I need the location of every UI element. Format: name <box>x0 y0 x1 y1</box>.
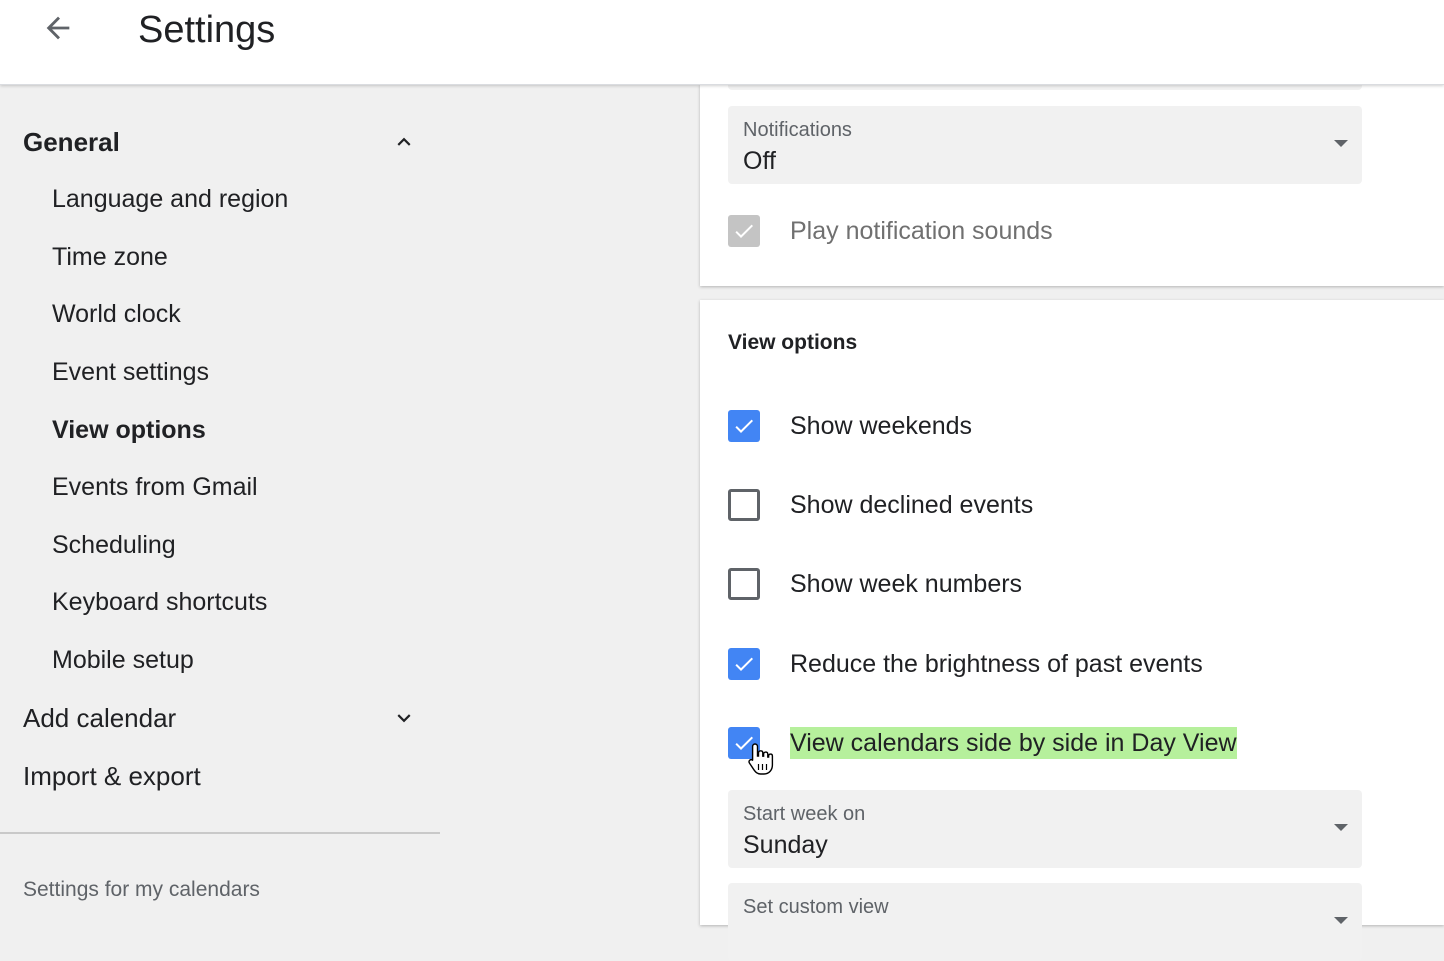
reduce-brightness-checkbox[interactable] <box>728 648 760 680</box>
show-declined-events-checkbox[interactable] <box>728 489 760 521</box>
sidebar-footer-label: Settings for my calendars <box>23 878 260 901</box>
sidebar-section-import-export[interactable]: Import & export <box>23 760 201 792</box>
notifications-select-label: Notifications <box>743 119 852 141</box>
side-by-side-day-view-label: View calendars side by side in Day View <box>790 727 1237 759</box>
check-icon <box>735 657 753 671</box>
side-by-side-day-view-checkbox[interactable] <box>728 727 760 759</box>
add-calendar-expand-toggle[interactable] <box>390 704 418 732</box>
sidebar-item-time-zone[interactable]: Time zone <box>52 241 168 273</box>
notifications-select[interactable]: Notifications Off <box>728 106 1362 184</box>
view-options-title: View options <box>728 331 858 354</box>
sidebar-item-mobile-setup[interactable]: Mobile setup <box>52 644 194 676</box>
arrow-back-icon <box>46 16 70 40</box>
sidebar-item-world-clock[interactable]: World clock <box>52 298 181 330</box>
custom-view-select-label: Set custom view <box>743 896 889 918</box>
show-week-numbers-checkbox[interactable] <box>728 568 760 600</box>
notifications-card: Notifications Off Play notification soun… <box>700 84 1444 286</box>
reduce-brightness-label: Reduce the brightness of past events <box>790 650 1203 678</box>
show-week-numbers-label: Show week numbers <box>790 570 1023 598</box>
notifications-select-value: Off <box>743 147 776 175</box>
start-week-select-label: Start week on <box>743 803 866 825</box>
sidebar-divider <box>0 832 440 834</box>
play-sounds-checkbox[interactable] <box>728 215 760 247</box>
sidebar-item-keyboard-shortcuts[interactable]: Keyboard shortcuts <box>52 586 267 618</box>
start-week-on-select[interactable]: Start week on Sunday <box>728 790 1362 868</box>
set-custom-view-select[interactable]: Set custom view <box>728 883 1362 961</box>
show-declined-events-label: Show declined events <box>790 491 1034 519</box>
sidebar-item-language-and-region[interactable]: Language and region <box>52 183 288 215</box>
sidebar-item-events-from-gmail[interactable]: Events from Gmail <box>52 471 258 503</box>
sidebar-item-view-options[interactable]: View options <box>52 414 206 446</box>
check-icon <box>735 419 753 433</box>
start-week-select-value: Sunday <box>743 831 828 859</box>
check-icon <box>735 224 753 238</box>
sidebar-item-scheduling[interactable]: Scheduling <box>52 529 176 561</box>
chevron-down-icon <box>397 714 411 723</box>
dropdown-arrow-icon <box>1334 824 1348 831</box>
page-title: Settings <box>138 9 276 51</box>
sidebar-section-add-calendar[interactable]: Add calendar <box>23 702 176 734</box>
dropdown-arrow-icon <box>1334 140 1348 147</box>
dropdown-arrow-icon <box>1334 917 1348 924</box>
general-collapse-toggle[interactable] <box>390 128 418 156</box>
back-button[interactable] <box>36 6 80 50</box>
play-sounds-label: Play notification sounds <box>790 217 1053 245</box>
sidebar-item-event-settings[interactable]: Event settings <box>52 356 209 388</box>
settings-sidebar: General Language and region Time zone Wo… <box>0 85 700 925</box>
view-options-card: View options Show weekends Show declined… <box>700 300 1444 961</box>
show-weekends-label: Show weekends <box>790 412 973 440</box>
sidebar-section-general[interactable]: General <box>23 126 120 158</box>
check-icon <box>735 736 753 750</box>
show-weekends-checkbox[interactable] <box>728 410 760 442</box>
app-header: Settings <box>0 0 1444 85</box>
chevron-up-icon <box>397 137 411 146</box>
